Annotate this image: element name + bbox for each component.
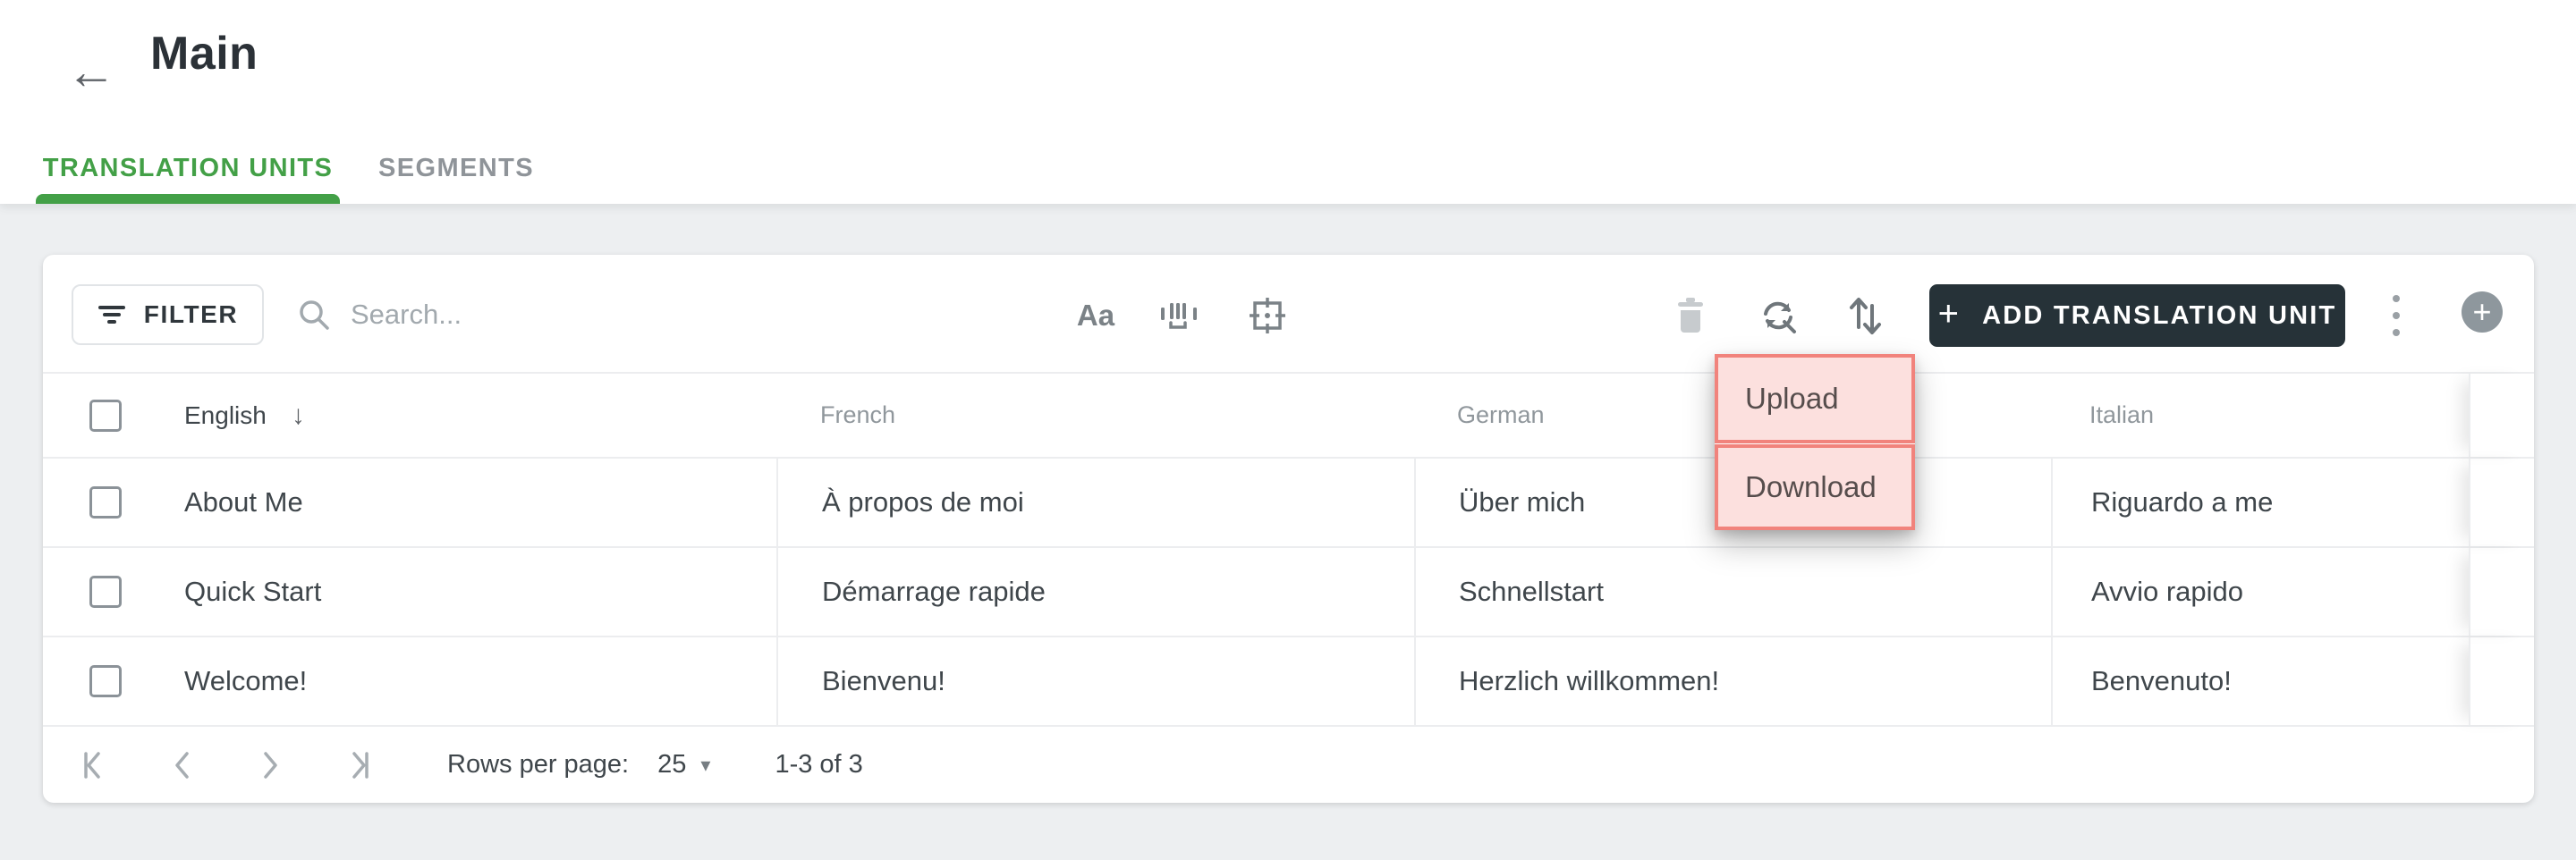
table-row[interactable]: Quick Start Démarrage rapide Schnellstar…	[43, 548, 2534, 637]
cell-french: Démarrage rapide	[776, 548, 1414, 636]
header-cell-english: English ↓	[43, 374, 776, 457]
add-circle-button[interactable]: +	[2462, 291, 2503, 333]
cell-text-italian: Avvio rapido	[2091, 576, 2244, 607]
previous-page-button[interactable]	[163, 746, 202, 785]
page-header: ← Main TRANSLATION UNITS SEGMENTS	[0, 0, 2576, 204]
trash-icon	[1678, 298, 1703, 333]
first-page-icon	[84, 751, 100, 779]
rows-per-page-select[interactable]: 25	[657, 750, 686, 780]
find-replace-icon	[1764, 301, 1796, 333]
cell-text-english: About Me	[184, 486, 303, 518]
row-checkbox[interactable]	[89, 576, 122, 608]
rows-per-page-label: Rows per page:	[447, 750, 630, 779]
translation-units-panel: FILTER Aa	[43, 255, 2534, 803]
menu-item-upload[interactable]: Upload	[1715, 354, 1915, 443]
add-translation-unit-button[interactable]: + ADD TRANSLATION UNIT	[1929, 284, 2345, 347]
cell-german: Herzlich willkommen!	[1414, 637, 2051, 725]
toolbar: FILTER Aa	[43, 255, 2534, 374]
sort-desc-icon[interactable]: ↓	[292, 400, 305, 431]
filter-button-label: FILTER	[143, 300, 239, 328]
cell-french: À propos de moi	[776, 459, 1414, 546]
pagination-range-label: 1-3 of 3	[775, 750, 863, 779]
column-header-english[interactable]: English	[184, 401, 267, 430]
whitespace-toggle[interactable]	[1150, 287, 1208, 344]
tab-bar: TRANSLATION UNITS SEGMENTS	[36, 132, 564, 204]
column-header-french[interactable]: French	[820, 401, 895, 429]
last-page-icon	[352, 751, 369, 779]
cell-text-french: À propos de moi	[822, 486, 1024, 518]
cell-text-german: Herzlich willkommen!	[1459, 665, 1720, 696]
plus-icon: +	[1937, 293, 1962, 333]
chevron-down-icon[interactable]: ▾	[700, 754, 710, 777]
next-page-button[interactable]	[250, 746, 290, 785]
row-checkbox[interactable]	[89, 665, 122, 697]
cell-text-german: Über mich	[1459, 486, 1586, 518]
match-case-label: Aa	[1076, 299, 1115, 332]
column-header-italian[interactable]: Italian	[2089, 401, 2154, 429]
cell-actions	[2469, 548, 2534, 636]
arrow-left-icon: ←	[66, 43, 116, 99]
pagination-controls	[75, 746, 377, 785]
search-box	[297, 284, 735, 345]
find-replace-button[interactable]	[1750, 287, 1807, 344]
search-icon	[300, 300, 329, 330]
cell-actions	[2469, 459, 2534, 546]
import-export-menu: Upload Download	[1715, 354, 1915, 530]
match-case-toggle[interactable]: Aa	[1067, 287, 1124, 344]
cell-english: Quick Start	[43, 548, 776, 636]
select-all-checkbox[interactable]	[89, 399, 122, 432]
import-export-button[interactable]	[1836, 287, 1894, 344]
active-tab-indicator	[36, 194, 340, 204]
add-translation-unit-label: ADD TRANSLATION UNIT	[1982, 300, 2337, 330]
cell-english: About Me	[43, 459, 776, 546]
table-row[interactable]: About Me À propos de moi Über mich Rigua…	[43, 459, 2534, 548]
search-input[interactable]	[351, 299, 735, 331]
table-footer: Rows per page: 25 ▾ 1-3 of 3	[43, 727, 2534, 803]
back-button[interactable]: ←	[52, 32, 131, 111]
selection-frame-icon	[1250, 298, 1285, 333]
header-cell-italian: Italian	[2051, 374, 2469, 457]
tab-translation-units[interactable]: TRANSLATION UNITS	[36, 132, 340, 204]
filter-icon	[97, 306, 125, 324]
cell-english: Welcome!	[43, 637, 776, 725]
tab-segments[interactable]: SEGMENTS	[349, 132, 564, 204]
cell-italian: Avvio rapido	[2051, 548, 2469, 636]
cell-text-english: Quick Start	[184, 576, 322, 607]
cell-french: Bienvenu!	[776, 637, 1414, 725]
cell-german: Schnellstart	[1414, 548, 2051, 636]
cell-italian: Benvenuto!	[2051, 637, 2469, 725]
first-page-button[interactable]	[75, 746, 114, 785]
row-checkbox[interactable]	[89, 486, 122, 519]
column-header-german[interactable]: German	[1457, 401, 1545, 429]
chevron-left-icon	[175, 751, 189, 779]
cell-text-italian: Riguardo a me	[2091, 486, 2274, 518]
table-header-row: English ↓ French German Italian	[43, 374, 2534, 459]
placeholder-frame-toggle[interactable]	[1239, 287, 1296, 344]
cell-actions	[2469, 637, 2534, 725]
whitespace-icon	[1161, 303, 1197, 329]
kebab-menu-button[interactable]	[2369, 287, 2423, 344]
arrows-up-down-icon	[1850, 298, 1881, 334]
delete-button[interactable]	[1662, 287, 1719, 344]
chevron-right-icon	[264, 751, 277, 779]
kebab-dot	[2393, 295, 2400, 302]
cell-text-english: Welcome!	[184, 665, 308, 696]
table-row[interactable]: Welcome! Bienvenu! Herzlich willkommen! …	[43, 637, 2534, 727]
last-page-button[interactable]	[338, 746, 377, 785]
filter-button[interactable]: FILTER	[72, 284, 264, 345]
cell-text-french: Bienvenu!	[822, 665, 945, 696]
cell-text-french: Démarrage rapide	[822, 576, 1046, 607]
header-cell-actions	[2469, 374, 2534, 457]
cell-text-german: Schnellstart	[1459, 576, 1604, 607]
cell-italian: Riguardo a me	[2051, 459, 2469, 546]
header-cell-french: French	[776, 374, 1414, 457]
menu-item-download[interactable]: Download	[1715, 444, 1915, 530]
plus-icon: +	[2472, 293, 2492, 330]
kebab-dot	[2393, 312, 2400, 319]
page-title: Main	[150, 28, 258, 80]
kebab-dot	[2393, 329, 2400, 336]
cell-text-italian: Benvenuto!	[2091, 665, 2232, 696]
